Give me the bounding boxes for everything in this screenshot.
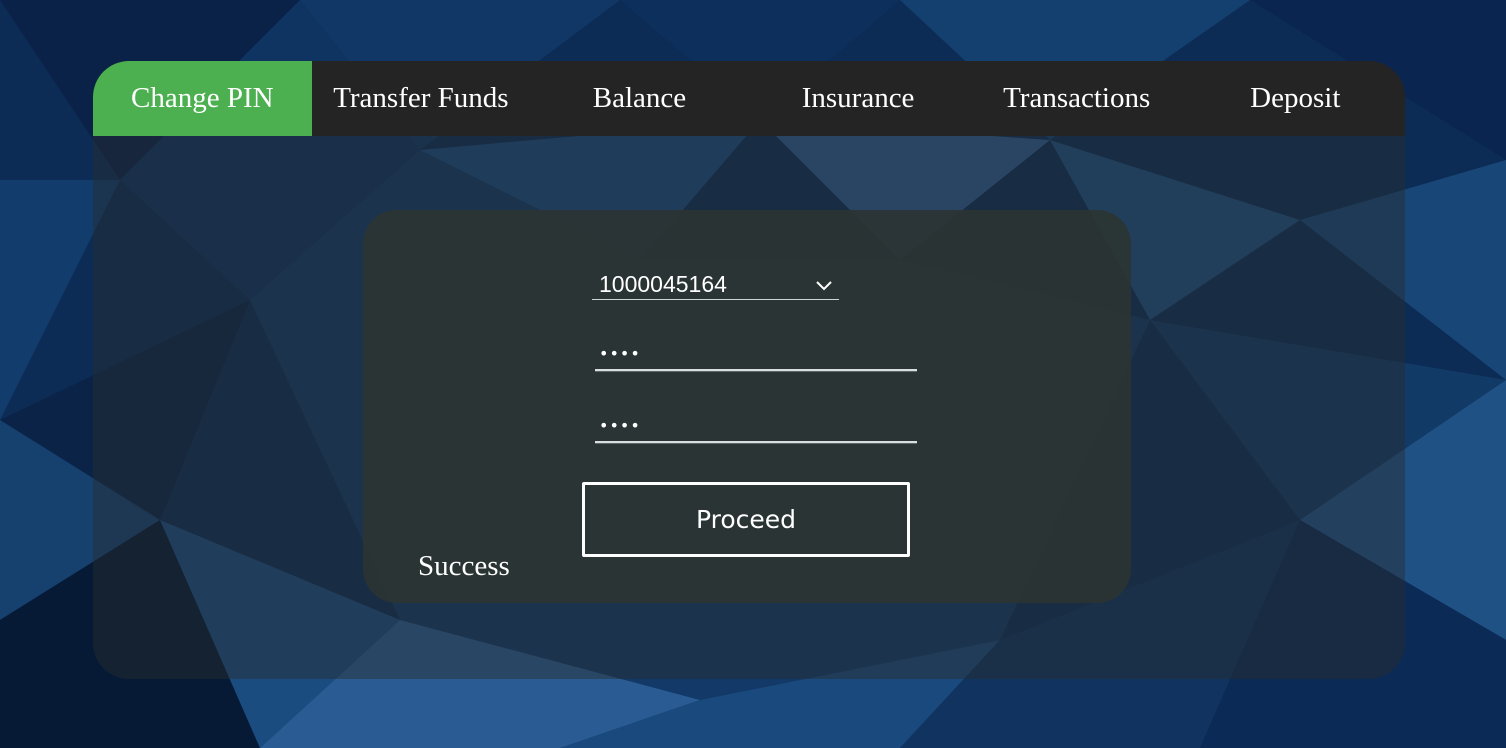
tab-insurance[interactable]: Insurance	[749, 61, 968, 136]
tab-transactions[interactable]: Transactions	[967, 61, 1186, 136]
tab-bar: Change PIN Transfer Funds Balance Insura…	[93, 61, 1405, 136]
account-select-value: 1000045164	[599, 271, 727, 297]
tab-deposit[interactable]: Deposit	[1186, 61, 1405, 136]
current-pin-field[interactable]: ••••	[595, 337, 917, 371]
tab-change-pin[interactable]: Change PIN	[93, 61, 312, 136]
chevron-down-icon[interactable]	[809, 270, 839, 300]
proceed-button[interactable]: Proceed	[582, 482, 910, 557]
tab-transfer-funds[interactable]: Transfer Funds	[312, 61, 531, 136]
status-message: Success	[418, 550, 510, 582]
new-pin-field[interactable]: ••••	[595, 409, 917, 443]
account-select[interactable]: 1000045164	[592, 270, 839, 300]
current-pin-value: ••••	[599, 343, 641, 363]
tab-balance[interactable]: Balance	[530, 61, 749, 136]
banking-panel: Change PIN Transfer Funds Balance Insura…	[93, 61, 1405, 679]
change-pin-card: 1000045164 •••• •••• Proceed Success	[363, 210, 1131, 603]
new-pin-value: ••••	[599, 415, 641, 435]
